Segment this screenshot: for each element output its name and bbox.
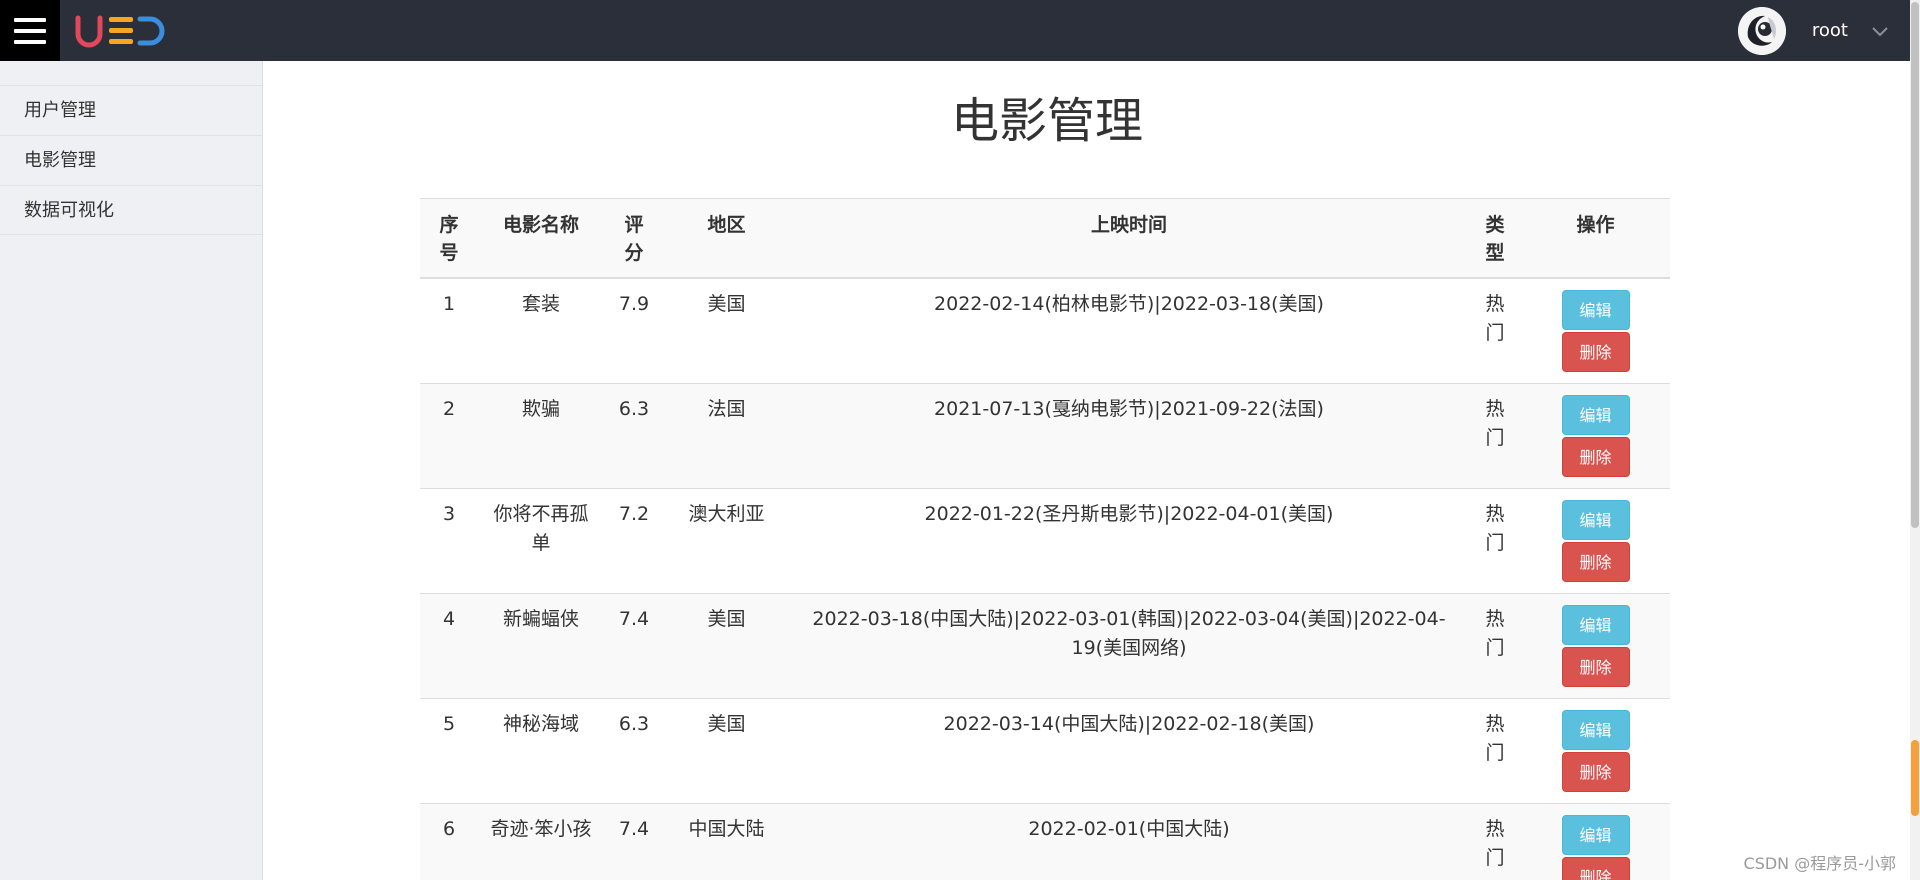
cell-actions: 编辑 删除 — [1521, 488, 1670, 594]
column-header-score: 评分 — [604, 198, 664, 279]
cell-region: 中国大陆 — [664, 803, 789, 880]
sidebar-item-user-management[interactable]: 用户管理 — [0, 85, 262, 135]
edit-button[interactable]: 编辑 — [1561, 710, 1630, 750]
ued-logo[interactable] — [74, 14, 168, 48]
watermark: CSDN @程序员-小郭 — [1743, 854, 1896, 873]
column-header-release-date: 上映时间 — [789, 198, 1469, 279]
cell-name: 套装 — [478, 277, 604, 384]
cell-actions: 编辑 删除 — [1521, 803, 1670, 880]
cell-type: 热门 — [1469, 698, 1521, 804]
cell-actions: 编辑 删除 — [1521, 383, 1670, 489]
table-row: 3 你将不再孤单 7.2 澳大利亚 2022-01-22(圣丹斯电影节)|202… — [420, 488, 1670, 594]
cell-score: 6.3 — [604, 383, 664, 489]
cell-score: 7.9 — [604, 277, 664, 384]
column-header-actions: 操作 — [1521, 198, 1670, 279]
column-header-index: 序号 — [420, 198, 478, 279]
table-row: 1 套装 7.9 美国 2022-02-14(柏林电影节)|2022-03-18… — [420, 277, 1670, 384]
cell-release-date: 2022-03-18(中国大陆)|2022-03-01(韩国)|2022-03-… — [789, 593, 1469, 699]
scroll-position-indicator — [1911, 740, 1919, 816]
cell-name: 欺骗 — [478, 383, 604, 489]
edit-button[interactable]: 编辑 — [1561, 500, 1630, 540]
sidebar-item-data-visualization[interactable]: 数据可视化 — [0, 185, 262, 235]
cell-region: 美国 — [664, 698, 789, 804]
movie-table: 序号 电影名称 评分 地区 上映时间 类型 操作 1 套装 7.9 美国 202… — [420, 198, 1670, 880]
cell-index: 3 — [420, 488, 478, 594]
delete-button[interactable]: 删除 — [1561, 857, 1630, 880]
column-header-name: 电影名称 — [478, 198, 604, 279]
delete-button[interactable]: 删除 — [1561, 542, 1630, 582]
menu-toggle-icon[interactable] — [0, 0, 60, 61]
cell-release-date: 2022-03-14(中国大陆)|2022-02-18(美国) — [789, 698, 1469, 804]
edit-button[interactable]: 编辑 — [1561, 605, 1630, 645]
table-row: 5 神秘海域 6.3 美国 2022-03-14(中国大陆)|2022-02-1… — [420, 698, 1670, 804]
avatar-image — [1737, 6, 1786, 55]
cell-name: 神秘海域 — [478, 698, 604, 804]
column-header-region: 地区 — [664, 198, 789, 279]
cell-type: 热门 — [1469, 803, 1521, 880]
username[interactable]: root — [1812, 20, 1848, 41]
table-header-row: 序号 电影名称 评分 地区 上映时间 类型 操作 — [420, 198, 1670, 279]
sidebar-item-movie-management[interactable]: 电影管理 — [0, 135, 262, 185]
table-row: 4 新蝙蝠侠 7.4 美国 2022-03-18(中国大陆)|2022-03-0… — [420, 593, 1670, 699]
cell-name: 奇迹·笨小孩 — [478, 803, 604, 880]
cell-actions: 编辑 删除 — [1521, 698, 1670, 804]
cell-name: 新蝙蝠侠 — [478, 593, 604, 699]
table-row: 6 奇迹·笨小孩 7.4 中国大陆 2022-02-01(中国大陆) 热门 编辑… — [420, 803, 1670, 880]
chevron-down-icon[interactable] — [1870, 21, 1890, 41]
cell-index: 5 — [420, 698, 478, 804]
cell-score: 7.4 — [604, 803, 664, 880]
delete-button[interactable]: 删除 — [1561, 437, 1630, 477]
cell-index: 2 — [420, 383, 478, 489]
cell-region: 美国 — [664, 593, 789, 699]
delete-button[interactable]: 删除 — [1561, 332, 1630, 372]
cell-release-date: 2022-01-22(圣丹斯电影节)|2022-04-01(美国) — [789, 488, 1469, 594]
cell-type: 热门 — [1469, 488, 1521, 594]
cell-region: 澳大利亚 — [664, 488, 789, 594]
cell-index: 1 — [420, 277, 478, 384]
cell-score: 7.2 — [604, 488, 664, 594]
cell-name: 你将不再孤单 — [478, 488, 604, 594]
cell-actions: 编辑 删除 — [1521, 593, 1670, 699]
delete-button[interactable]: 删除 — [1561, 647, 1630, 687]
cell-region: 法国 — [664, 383, 789, 489]
avatar[interactable] — [1737, 6, 1786, 55]
sidebar: 用户管理 电影管理 数据可视化 — [0, 61, 263, 880]
user-menu[interactable]: root — [1737, 0, 1890, 61]
cell-index: 6 — [420, 803, 478, 880]
main-content: 电影管理 序号 电影名称 评分 地区 上映时间 类型 操作 1 套装 7.9 美… — [264, 61, 1910, 880]
edit-button[interactable]: 编辑 — [1561, 395, 1630, 435]
cell-release-date: 2022-02-01(中国大陆) — [789, 803, 1469, 880]
page-title: 电影管理 — [950, 93, 1143, 149]
table-row: 2 欺骗 6.3 法国 2021-07-13(戛纳电影节)|2021-09-22… — [420, 383, 1670, 489]
top-navbar: root — [0, 0, 1910, 61]
cell-score: 7.4 — [604, 593, 664, 699]
cell-actions: 编辑 删除 — [1521, 277, 1670, 384]
cell-type: 热门 — [1469, 277, 1521, 384]
page-scrollbar[interactable] — [1910, 0, 1920, 880]
edit-button[interactable]: 编辑 — [1561, 815, 1630, 855]
cell-index: 4 — [420, 593, 478, 699]
cell-release-date: 2022-02-14(柏林电影节)|2022-03-18(美国) — [789, 277, 1469, 384]
column-header-type: 类型 — [1469, 198, 1521, 279]
cell-type: 热门 — [1469, 593, 1521, 699]
delete-button[interactable]: 删除 — [1561, 752, 1630, 792]
cell-release-date: 2021-07-13(戛纳电影节)|2021-09-22(法国) — [789, 383, 1469, 489]
ued-logo-mark — [75, 15, 165, 48]
cell-region: 美国 — [664, 277, 789, 384]
cell-score: 6.3 — [604, 698, 664, 804]
scrollbar-thumb[interactable] — [1911, 2, 1919, 528]
edit-button[interactable]: 编辑 — [1561, 290, 1630, 330]
cell-type: 热门 — [1469, 383, 1521, 489]
